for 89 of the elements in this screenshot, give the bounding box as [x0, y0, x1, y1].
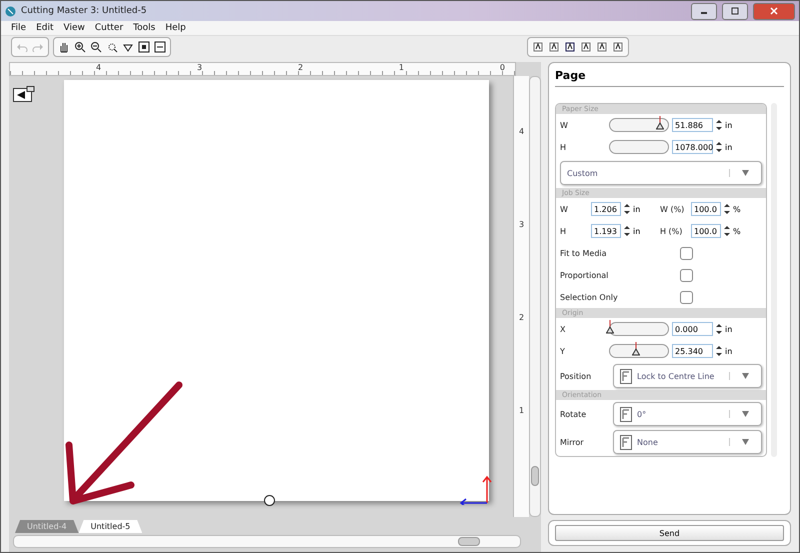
spinner-icon[interactable] [716, 345, 722, 357]
menu-item[interactable]: File [11, 23, 26, 33]
unit-label: in [725, 120, 734, 130]
number-field[interactable]: 1.193 [591, 224, 621, 238]
ruler-number: 2 [518, 312, 524, 323]
spinner-icon[interactable] [716, 323, 722, 335]
dropdown[interactable]: Custom [560, 161, 762, 185]
origin-axes-icon [459, 473, 493, 505]
spinner-icon[interactable] [724, 225, 730, 237]
slider-track[interactable] [609, 322, 669, 336]
slider-thumb[interactable] [606, 320, 614, 334]
minimize-button[interactable] [691, 2, 717, 20]
field-label: X [560, 324, 566, 334]
handle[interactable] [264, 495, 275, 506]
close-button[interactable] [753, 2, 795, 20]
unit-label: in [725, 142, 734, 152]
slider-thumb[interactable] [656, 116, 664, 130]
number-field[interactable]: 51.886 [672, 118, 713, 132]
app-icon [5, 6, 16, 16]
spinner-icon[interactable] [716, 141, 722, 153]
fit-page-icon[interactable] [137, 40, 151, 54]
checkbox-label: Proportional [560, 270, 610, 280]
menu-item[interactable]: Edit [36, 23, 54, 33]
ruler-number: 3 [196, 63, 202, 74]
ruler-number: 4 [518, 127, 524, 138]
ruler-number: 2 [298, 63, 304, 74]
slider-track[interactable] [609, 118, 669, 132]
ruler-number: 4 [96, 63, 102, 74]
letter-f-icon [620, 434, 632, 450]
slider-track[interactable] [609, 344, 669, 358]
number-field[interactable]: 100.0 [691, 224, 721, 238]
field-label: Rotate [560, 410, 588, 418]
spinner-icon[interactable] [624, 203, 630, 215]
checkbox[interactable] [680, 268, 693, 282]
field-label: H (%) [660, 226, 684, 236]
zoom-out-icon[interactable] [89, 40, 103, 54]
document-tab[interactable]: Untitled-5 [78, 520, 142, 533]
window-title: Cutting Master 3: Untitled-5 [21, 6, 148, 16]
menu-item[interactable]: Help [165, 23, 186, 33]
spinner-icon[interactable] [716, 119, 722, 131]
panel-title: Page [555, 67, 784, 87]
number-field[interactable]: 0.000 [672, 322, 713, 336]
number-field[interactable]: 1078.000 [672, 140, 713, 154]
field-label: Mirror [560, 438, 585, 446]
field-label: H [560, 226, 568, 236]
ruler-number: 3 [518, 220, 524, 230]
maximize-button[interactable] [722, 2, 748, 20]
checkbox-label: Selection Only [560, 292, 619, 302]
unit-label: in [633, 226, 642, 236]
fit-width-icon[interactable] [153, 40, 167, 54]
field-label: Y [560, 346, 566, 356]
letter-f-icon [620, 406, 632, 422]
page-icon[interactable] [13, 86, 35, 102]
dropdown[interactable]: Lock to Centre Line [613, 364, 762, 388]
unit-label: % [733, 204, 742, 214]
letter-f-icon [620, 368, 632, 384]
ruler-number: 1 [518, 406, 524, 416]
checkbox[interactable] [680, 246, 693, 260]
unit-label: in [633, 204, 642, 214]
unit-label: in [725, 346, 734, 356]
field-label: H [560, 142, 568, 152]
unit-label: in [725, 324, 734, 334]
field-label: W [560, 120, 569, 130]
number-field[interactable]: 25.340 [672, 344, 713, 358]
slider-thumb[interactable] [632, 342, 640, 356]
menu-item[interactable]: Tools [133, 23, 156, 33]
maximize-icon [731, 7, 739, 15]
spinner-icon[interactable] [624, 225, 630, 237]
dropdown[interactable]: 0° [613, 402, 762, 426]
menu-item[interactable]: View [64, 23, 85, 33]
horizontal-scrollbar[interactable] [13, 535, 521, 548]
spinner-icon[interactable] [724, 203, 730, 215]
ruler-number: 1 [398, 63, 404, 74]
ruler-number: 0 [500, 63, 505, 74]
menu-item[interactable]: Cutter [94, 23, 124, 33]
zoom-in-icon[interactable] [73, 40, 87, 54]
checkbox-label: Fit to Media [560, 248, 608, 258]
slider-track[interactable] [609, 140, 669, 154]
checkbox[interactable] [680, 290, 693, 304]
field-label: W (%) [660, 204, 686, 214]
number-field[interactable]: 1.206 [591, 202, 621, 216]
dropdown[interactable]: None [613, 430, 762, 454]
number-field[interactable]: 100.0 [691, 202, 721, 216]
vertical-scrollbar[interactable] [529, 76, 541, 517]
field-label: Position [560, 372, 592, 380]
unit-label: % [733, 226, 742, 236]
close-icon [770, 7, 778, 15]
field-label: W [560, 204, 569, 214]
send-button[interactable]: Send [555, 525, 784, 541]
